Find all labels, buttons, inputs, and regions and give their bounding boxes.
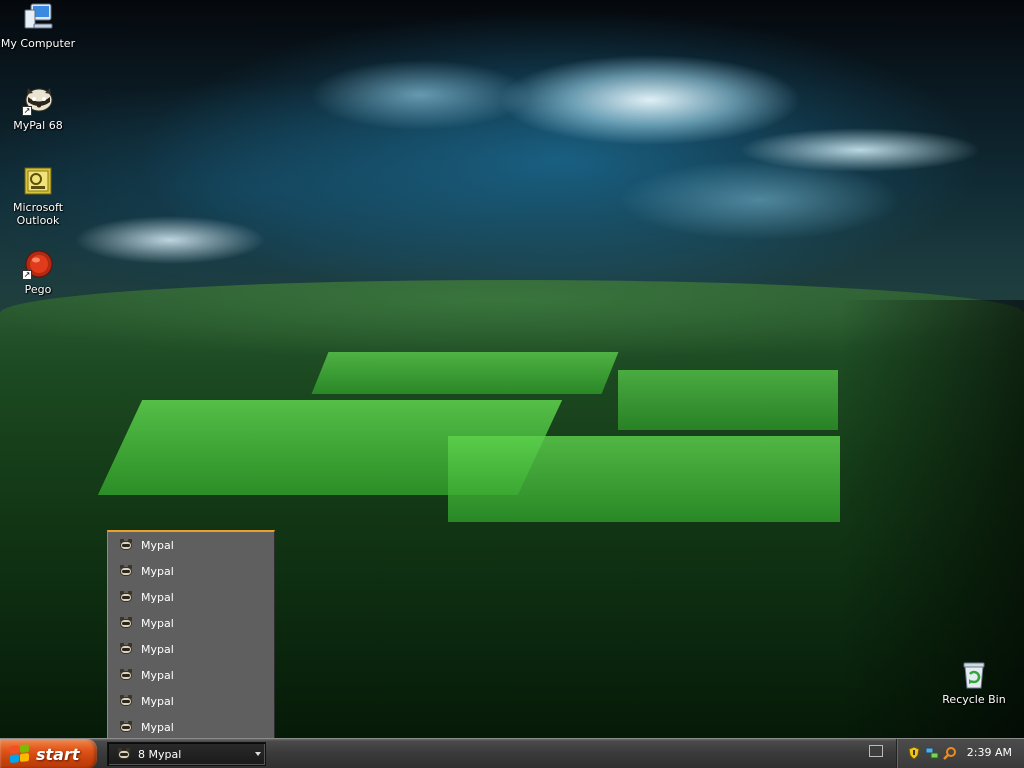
taskbar-group-popup: Mypal Mypal Mypal Mypal Mypal Mypal Mypa… [107,530,275,738]
taskbar-group-button[interactable]: 8 Mypal [107,742,266,766]
desktop-icon-outlook[interactable]: Microsoft Outlook [0,166,76,227]
mypal-icon [118,642,134,656]
desktop-icon-label: My Computer [0,37,76,50]
desktop-icon-recycle-bin[interactable]: Recycle Bin [936,658,1012,706]
desktop-icon-pego[interactable]: ↗ Pego [0,248,76,296]
popup-window-label: Mypal [141,538,174,552]
popup-window-item[interactable]: Mypal [108,610,274,636]
mypal-icon [118,668,134,682]
popup-window-item[interactable]: Mypal [108,662,274,688]
recycle-bin-icon [958,658,990,690]
shortcut-arrow-icon: ↗ [22,106,32,116]
desktop-icon-my-computer[interactable]: My Computer [0,2,76,50]
mypal-icon [118,538,134,552]
popup-window-item[interactable]: Mypal [108,688,274,714]
mypal-icon [118,590,134,604]
desktop-icon-mypal[interactable]: ↗ MyPal 68 [0,84,76,132]
mypal-icon [118,720,134,734]
wallpaper-logo-pane [448,436,840,522]
keyboard-icon[interactable] [869,745,883,757]
search-icon[interactable] [943,746,957,760]
mypal-icon [118,564,134,578]
desktop-icon-label: MyPal 68 [13,119,63,132]
mypal-icon [118,694,134,708]
mypal-icon: ↗ [22,84,54,116]
network-icon[interactable] [925,746,939,760]
my-computer-icon [22,2,54,34]
popup-window-item[interactable]: Mypal [108,584,274,610]
popup-window-item[interactable]: Mypal [108,532,274,558]
start-label: start [36,744,80,764]
shield-icon[interactable] [907,746,921,760]
desktop-icon-label: Microsoft Outlook [12,201,64,227]
desktop-icon-label: Recycle Bin [942,693,1006,706]
mypal-icon [118,616,134,630]
popup-window-label: Mypal [141,564,174,578]
popup-window-label: Mypal [141,616,174,630]
taskbar-group-label: 8 Mypal [138,747,182,761]
chevron-down-icon [255,752,261,756]
outlook-icon [22,166,54,198]
popup-window-item[interactable]: Mypal [108,636,274,662]
popup-window-label: Mypal [141,642,174,656]
taskbar-clock[interactable]: 2:39 AM [967,746,1012,759]
wallpaper-logo-pane [311,352,619,394]
desktop-icon-label: Pego [24,283,52,296]
popup-window-label: Mypal [141,590,174,604]
popup-window-item[interactable]: Mypal [108,714,274,740]
popup-window-label: Mypal [141,694,174,708]
start-button[interactable]: start [0,739,97,768]
popup-window-item[interactable]: Mypal [108,558,274,584]
popup-window-label: Mypal [141,668,174,682]
pego-icon: ↗ [22,248,54,280]
wallpaper-logo-pane [618,370,838,430]
mypal-icon [116,747,132,761]
system-tray: 2:39 AM [896,739,1024,768]
popup-window-label: Mypal [141,720,174,734]
shortcut-arrow-icon: ↗ [22,270,32,280]
windows-logo-icon [10,744,30,764]
